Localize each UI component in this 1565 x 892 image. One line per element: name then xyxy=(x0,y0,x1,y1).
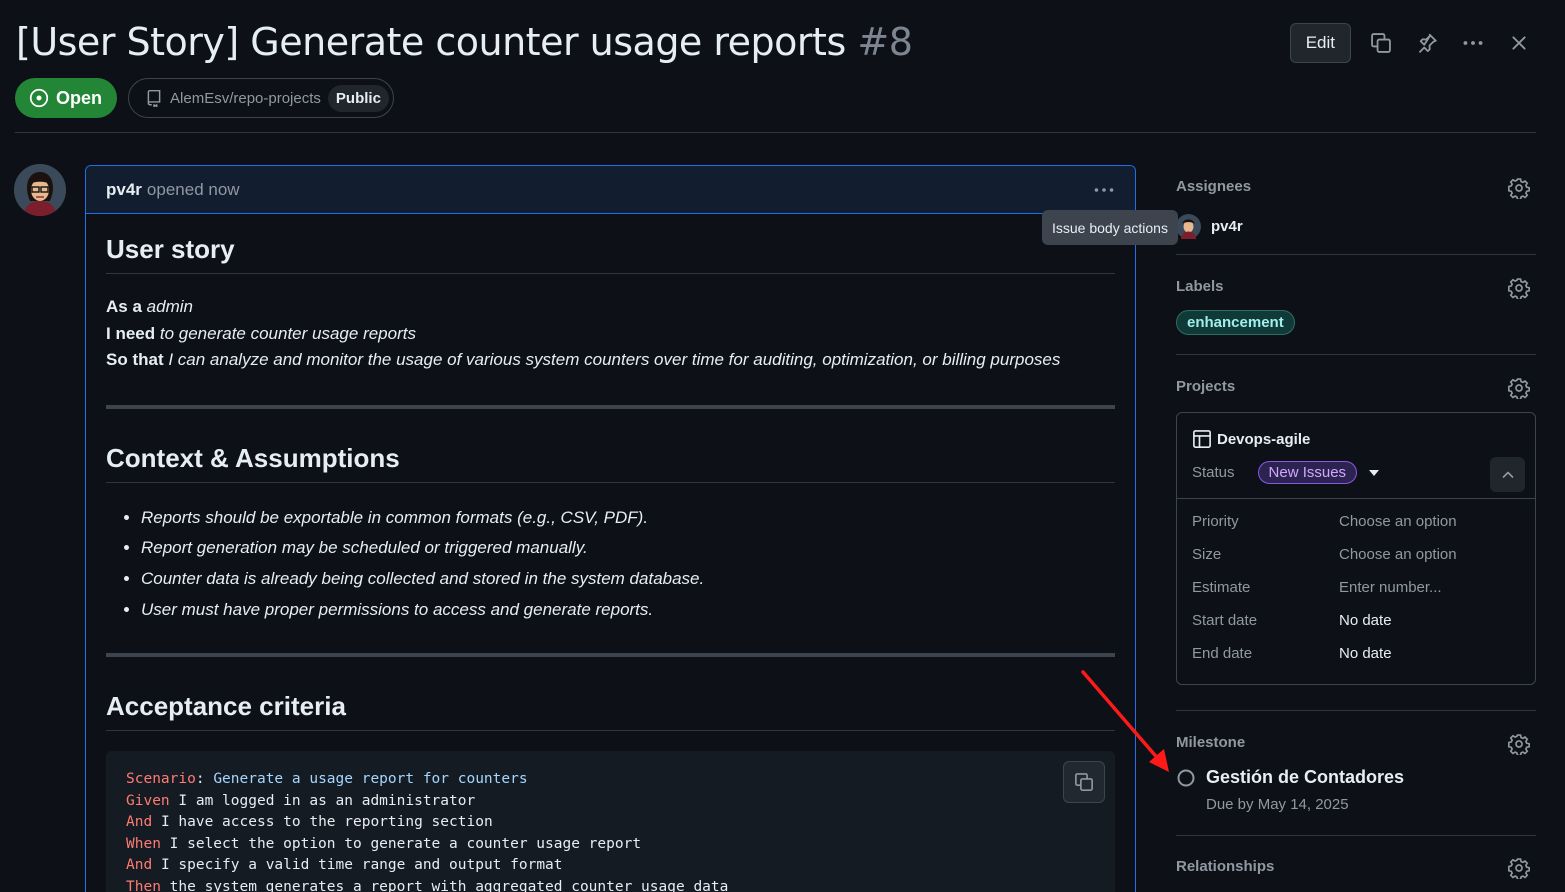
milestone-section: Milestone Gestión de Contadores Due by M… xyxy=(1176,711,1536,836)
relationships-gear-icon[interactable] xyxy=(1508,857,1530,879)
assumptions-list: Reports should be exportable in common f… xyxy=(106,503,1115,626)
context-heading: Context & Assumptions xyxy=(106,443,1115,483)
collapse-button[interactable] xyxy=(1490,457,1525,492)
story-line: As a admin xyxy=(106,297,193,316)
story-line: So that I can analyze and monitor the us… xyxy=(106,350,1061,369)
comment-author[interactable]: pv4r xyxy=(106,180,142,200)
labels-section: Labels enhancement xyxy=(1176,255,1536,355)
comment-timestamp: opened now xyxy=(146,179,240,199)
comment-header: pv4r opened now xyxy=(86,166,1135,214)
issue-state-label: Open xyxy=(56,87,103,108)
status-value-pill[interactable]: New Issues xyxy=(1257,461,1358,484)
field-row-start-date[interactable]: Start date No date xyxy=(1192,612,1520,645)
chevron-up-icon xyxy=(1502,471,1513,478)
project-name: Devops-agile xyxy=(1217,430,1311,448)
copy-link-icon[interactable] xyxy=(1365,27,1397,59)
table-icon xyxy=(1193,430,1211,448)
visibility-badge: Public xyxy=(327,84,389,112)
field-row-size[interactable]: Size Choose an option xyxy=(1192,546,1520,579)
user-story-text: As a admin I need to generate counter us… xyxy=(106,294,1115,374)
edit-button[interactable]: Edit xyxy=(1289,23,1351,63)
author-avatar[interactable] xyxy=(14,164,66,216)
issue-body-actions-tooltip: Issue body actions xyxy=(1042,210,1178,245)
status-label: Status xyxy=(1192,464,1235,481)
assignee-item[interactable]: pv4r xyxy=(1176,214,1536,239)
list-item: Counter data is already being collected … xyxy=(141,564,1115,595)
labels-title: Labels xyxy=(1176,278,1224,295)
relationships-title: Relationships xyxy=(1176,858,1275,875)
user-story-heading: User story xyxy=(106,234,1115,274)
close-icon[interactable] xyxy=(1503,27,1535,59)
project-link[interactable]: Devops-agile xyxy=(1192,429,1525,449)
repo-name: AlemEsv/repo-projects xyxy=(170,89,321,107)
assignees-title: Assignees xyxy=(1176,178,1252,195)
header-actions: Edit xyxy=(1289,23,1535,63)
header-divider xyxy=(15,132,1536,133)
annotation-arrow xyxy=(1081,670,1169,772)
projects-section: Projects Devops-agile Status New Issues xyxy=(1176,355,1536,711)
field-row-end-date[interactable]: End date No date xyxy=(1192,645,1520,678)
issue-open-icon xyxy=(29,88,49,108)
projects-gear-icon[interactable] xyxy=(1508,377,1530,399)
code-line: When I select the option to generate a c… xyxy=(126,835,642,852)
milestone-title: Milestone xyxy=(1176,734,1246,751)
list-item: User must have proper permissions to acc… xyxy=(141,595,1115,626)
repo-icon xyxy=(147,89,161,107)
issue-number: #8 xyxy=(857,20,913,64)
pin-icon[interactable] xyxy=(1411,27,1443,59)
project-status-row: Status New Issues xyxy=(1192,461,1525,484)
milestone-item[interactable]: Gestión de Contadores xyxy=(1176,767,1536,788)
horizontal-rule xyxy=(106,653,1115,658)
issue-title-text: [User Story] Generate counter usage repo… xyxy=(16,20,846,64)
acceptance-heading: Acceptance criteria xyxy=(106,691,1115,732)
code-line: And I specify a valid time range and out… xyxy=(126,857,563,874)
project-card-header: Devops-agile Status New Issues xyxy=(1177,413,1535,499)
project-card: Devops-agile Status New Issues Priority C… xyxy=(1176,412,1536,685)
list-item: Reports should be exportable in common f… xyxy=(141,503,1115,534)
horizontal-rule xyxy=(106,404,1115,409)
code-line: And I have access to the reporting secti… xyxy=(126,814,493,831)
more-options-icon[interactable] xyxy=(1457,27,1489,59)
milestone-due-date: Due by May 14, 2025 xyxy=(1206,796,1349,813)
assignees-gear-icon[interactable] xyxy=(1508,177,1530,199)
chevron-down-icon[interactable] xyxy=(1369,469,1380,476)
issue-state-row: Open AlemEsv/repo-projects Public xyxy=(15,78,394,118)
issue-state-badge: Open xyxy=(15,78,118,118)
projects-title: Projects xyxy=(1176,378,1236,395)
assignee-name: pv4r xyxy=(1211,218,1243,235)
code-line: Then the system generates a report with … xyxy=(126,878,729,892)
assignee-avatar xyxy=(1176,214,1201,239)
comment-body: User story As a admin I need to generate… xyxy=(86,214,1135,892)
repo-link[interactable]: AlemEsv/repo-projects Public xyxy=(128,78,394,118)
field-row-priority[interactable]: Priority Choose an option xyxy=(1192,513,1520,546)
issue-title: [User Story] Generate counter usage repo… xyxy=(16,20,913,64)
issue-body-comment: pv4r opened now User story As a admin I … xyxy=(85,165,1136,892)
field-row-estimate[interactable]: Estimate Enter number... xyxy=(1192,579,1520,612)
issue-body-actions-icon[interactable] xyxy=(1093,179,1115,201)
code-line: Scenario: Generate a usage report for co… xyxy=(126,771,528,788)
assignees-section: Assignees pv4r xyxy=(1176,165,1536,255)
project-fields: Priority Choose an option Size Choose an o… xyxy=(1177,499,1535,684)
label-enhancement[interactable]: enhancement xyxy=(1176,310,1295,335)
milestone-progress-icon xyxy=(1177,769,1195,786)
relationships-section: Relationships xyxy=(1176,836,1536,892)
issue-sidebar: Assignees pv4r Labels enhancement Projec… xyxy=(1176,165,1536,892)
code-line: Given I am logged in as an administrator xyxy=(126,792,476,809)
story-line: I need to generate counter usage reports xyxy=(106,323,416,343)
labels-gear-icon[interactable] xyxy=(1508,277,1530,299)
gherkin-code-block: Scenario: Generate a usage report for co… xyxy=(106,751,1115,892)
milestone-gear-icon[interactable] xyxy=(1508,733,1530,755)
list-item: Report generation may be scheduled or tr… xyxy=(141,533,1115,564)
milestone-name: Gestión de Contadores xyxy=(1206,767,1405,787)
